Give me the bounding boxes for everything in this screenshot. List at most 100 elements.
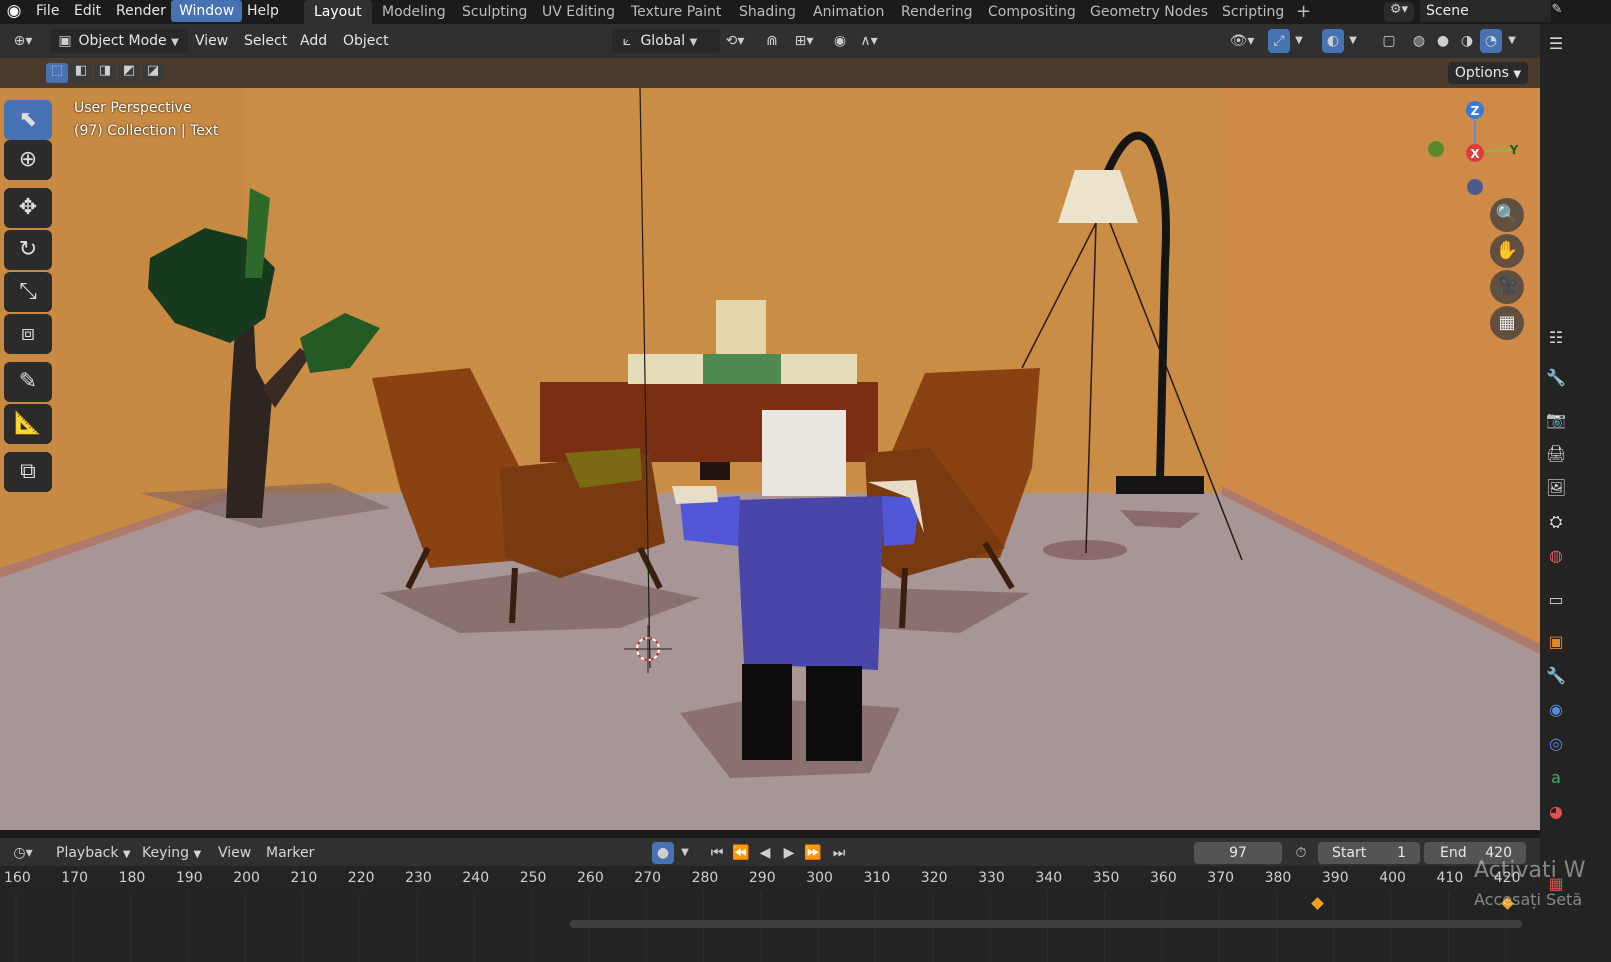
render-properties-icon[interactable]: 📷 xyxy=(1546,410,1566,430)
chevron-down-icon[interactable]: ▼ xyxy=(1292,29,1306,53)
menu-file[interactable]: File xyxy=(28,0,67,24)
blender-logo-icon[interactable]: ◉ xyxy=(4,1,24,23)
material-properties-icon[interactable]: ◕ xyxy=(1546,802,1566,822)
playback-dropdown[interactable]: Playback ▼ xyxy=(56,842,131,864)
pin-icon[interactable]: ✎ xyxy=(1547,2,1567,17)
tab-compositing[interactable]: Compositing xyxy=(978,0,1086,24)
menu-object[interactable]: Object xyxy=(343,29,389,53)
tab-scripting[interactable]: Scripting xyxy=(1212,0,1294,24)
preview-range-icon[interactable]: ⏱ xyxy=(1290,842,1312,864)
mode-dropdown[interactable]: ▣ Object Mode ▼ xyxy=(50,29,188,53)
timeline-scrollbar[interactable] xyxy=(570,920,1522,928)
keying-dropdown[interactable]: Keying ▼ xyxy=(142,842,201,864)
visibility-icon[interactable]: 👁▾ xyxy=(1224,29,1260,53)
jump-start-icon[interactable]: ⏮ xyxy=(706,842,728,864)
select-subtract-icon[interactable]: ◨ xyxy=(94,63,116,83)
add-cube-icon[interactable]: ⧉ xyxy=(4,452,52,492)
overlays-toggle-icon[interactable]: ◐ xyxy=(1322,29,1344,53)
annotate-tool-icon[interactable]: ✎ xyxy=(4,362,52,402)
select-new-icon[interactable]: ⬚ xyxy=(46,63,68,83)
move-tool-icon[interactable]: ✥ xyxy=(4,188,52,228)
measure-tool-icon[interactable]: 📐 xyxy=(4,404,52,444)
data-properties-icon[interactable]: a xyxy=(1546,768,1566,788)
material-shading-icon[interactable]: ◑ xyxy=(1456,29,1478,53)
rendered-shading-icon[interactable]: ◔ xyxy=(1480,29,1502,53)
proportional-edit-icon[interactable]: ◉ xyxy=(830,29,850,53)
next-keyframe-icon[interactable]: ⏩ xyxy=(802,842,824,864)
menu-add[interactable]: Add xyxy=(300,29,327,53)
falloff-icon[interactable]: ∧▾ xyxy=(854,29,884,53)
object-properties-icon[interactable]: ▣ xyxy=(1546,632,1566,652)
cursor-tool-icon[interactable]: ⊕ xyxy=(4,140,52,180)
timeline-menu-marker[interactable]: Marker xyxy=(266,842,314,864)
start-frame-field[interactable]: Start 1 xyxy=(1318,842,1420,864)
play-icon[interactable]: ▶ xyxy=(778,842,800,864)
scene-properties-icon[interactable]: ⛭ xyxy=(1546,512,1566,532)
select-extend-icon[interactable]: ◧ xyxy=(70,63,92,83)
zoom-icon[interactable]: 🔍 xyxy=(1490,198,1524,232)
navigation-gizmo[interactable]: Z X Y xyxy=(1420,96,1530,206)
scale-tool-icon[interactable]: ⤡ xyxy=(4,272,52,312)
tab-shading[interactable]: Shading xyxy=(729,0,806,24)
mode-label: Object Mode xyxy=(78,33,167,49)
timeline-tick-label: 180 xyxy=(118,870,146,886)
tab-geometry-nodes[interactable]: Geometry Nodes xyxy=(1080,0,1218,24)
menu-render[interactable]: Render xyxy=(108,0,174,24)
transform-tool-icon[interactable]: ⧈ xyxy=(4,314,52,354)
tab-animation[interactable]: Animation xyxy=(803,0,894,24)
physics-icon[interactable]: ◎ xyxy=(1546,734,1566,754)
xray-icon[interactable]: ▢ xyxy=(1378,29,1400,53)
tool-properties-icon[interactable]: 🔧 xyxy=(1546,368,1566,388)
tab-uv-editing[interactable]: UV Editing xyxy=(532,0,625,24)
snap-target-icon[interactable]: ⊞▾ xyxy=(786,29,822,53)
tab-layout[interactable]: Layout xyxy=(304,0,372,24)
wireframe-shading-icon[interactable]: ◍ xyxy=(1408,29,1430,53)
pivot-icon[interactable]: ⟲▾ xyxy=(718,29,752,53)
menu-view[interactable]: View xyxy=(195,29,228,53)
tab-rendering[interactable]: Rendering xyxy=(891,0,983,24)
gizmo-toggle-icon[interactable]: ⤢ xyxy=(1268,29,1290,53)
tab-sculpting[interactable]: Sculpting xyxy=(452,0,537,24)
editor-type-icon[interactable]: ⊕▾ xyxy=(6,29,40,53)
timeline-menu-view[interactable]: View xyxy=(218,842,251,864)
menu-window[interactable]: Window xyxy=(171,0,243,22)
chevron-down-icon[interactable]: ▼ xyxy=(678,842,692,864)
prev-keyframe-icon[interactable]: ⏪ xyxy=(730,842,752,864)
menu-edit[interactable]: Edit xyxy=(66,0,109,24)
camera-view-icon[interactable]: 🎥 xyxy=(1490,270,1524,304)
tab-modeling[interactable]: Modeling xyxy=(372,0,456,24)
solid-shading-icon[interactable]: ● xyxy=(1432,29,1454,53)
timeline-editor-icon[interactable]: ◷▾ xyxy=(6,842,40,864)
view-layer-icon[interactable]: 🖼 xyxy=(1546,478,1566,498)
properties-editor-icon[interactable]: ☷ xyxy=(1546,328,1566,348)
chevron-down-icon[interactable]: ▼ xyxy=(1346,29,1360,53)
menu-help[interactable]: Help xyxy=(239,0,287,24)
select-invert-icon[interactable]: ◩ xyxy=(118,63,140,83)
chevron-down-icon[interactable]: ▼ xyxy=(1505,29,1519,53)
3d-viewport[interactable]: User Perspective (97) Collection | Text … xyxy=(0,88,1540,830)
scene-name[interactable]: Scene xyxy=(1420,0,1551,22)
pan-hand-icon[interactable]: ✋ xyxy=(1490,234,1524,268)
outliner-icon[interactable]: ☰ xyxy=(1546,34,1566,54)
current-frame-field[interactable]: 97 xyxy=(1194,842,1282,864)
menu-select[interactable]: Select xyxy=(244,29,287,53)
modifier-properties-icon[interactable]: 🔧 xyxy=(1546,666,1566,686)
record-keyframe-icon[interactable]: ● xyxy=(652,842,674,864)
play-reverse-icon[interactable]: ◀ xyxy=(754,842,776,864)
select-intersect-icon[interactable]: ◪ xyxy=(142,63,164,83)
world-properties-icon[interactable]: ◍ xyxy=(1546,546,1566,566)
select-box-icon[interactable]: ⬉ xyxy=(4,100,52,140)
output-properties-icon[interactable]: 🖨 xyxy=(1546,444,1566,464)
scene-icon[interactable]: ⚙▾ xyxy=(1384,2,1414,22)
add-workspace-button[interactable]: + xyxy=(1286,0,1321,24)
rotate-tool-icon[interactable]: ↻ xyxy=(4,230,52,270)
jump-end-icon[interactable]: ⏭ xyxy=(828,842,850,864)
orientation-dropdown[interactable]: ⟀ Global ▼ xyxy=(612,29,720,53)
timeline-body[interactable] xyxy=(0,892,1540,962)
collection-properties-icon[interactable]: ▭ xyxy=(1546,590,1566,610)
options-dropdown[interactable]: Options ▼ xyxy=(1448,62,1528,84)
snap-icon[interactable]: ⋒ xyxy=(760,29,784,53)
perspective-toggle-icon[interactable]: ▦ xyxy=(1490,306,1524,340)
tab-texture-paint[interactable]: Texture Paint xyxy=(621,0,731,24)
particles-icon[interactable]: ◉ xyxy=(1546,700,1566,720)
